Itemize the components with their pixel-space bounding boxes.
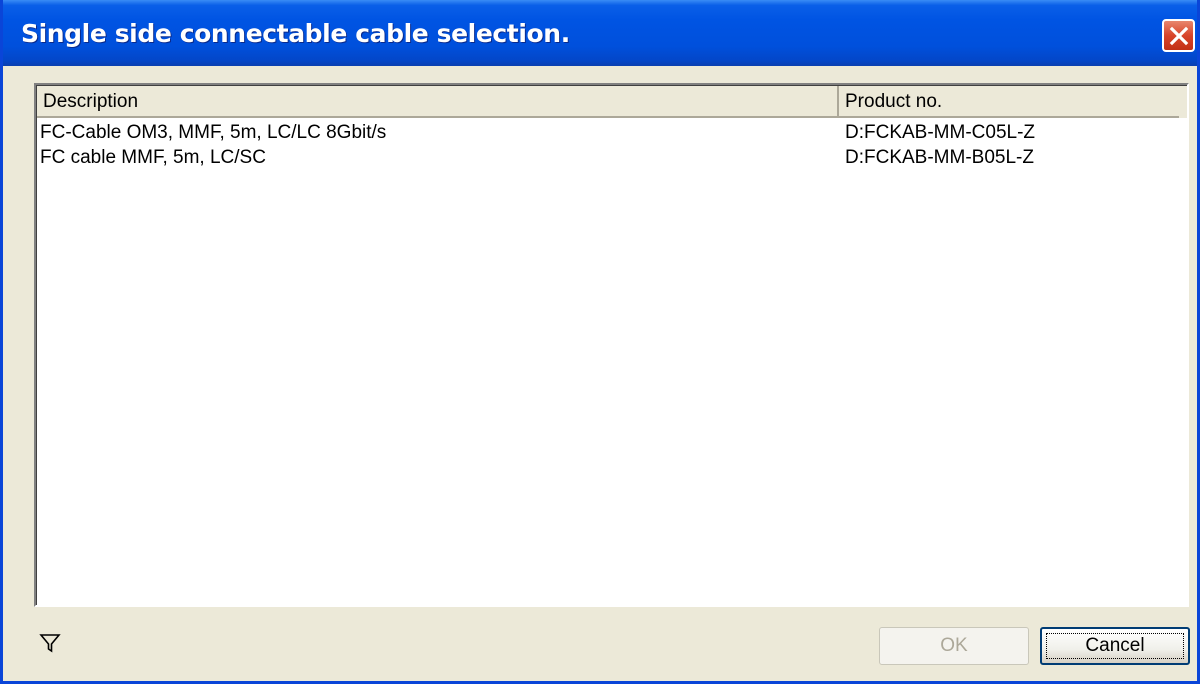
close-button[interactable] — [1162, 19, 1195, 52]
list-rows: FC-Cable OM3, MMF, 5m, LC/LC 8Gbit/s D:F… — [37, 120, 1187, 170]
cancel-button-label: Cancel — [1085, 635, 1145, 656]
cancel-button[interactable]: Cancel — [1040, 627, 1190, 665]
dialog-window: Single side connectable cable selection.… — [0, 0, 1200, 684]
close-icon — [1169, 26, 1188, 45]
column-header-product-no[interactable]: Product no. — [839, 86, 1179, 118]
cell-product-no: D:FCKAB-MM-C05L-Z — [845, 122, 1036, 143]
title-bar[interactable]: Single side connectable cable selection. — [3, 0, 1197, 66]
window-title: Single side connectable cable selection. — [21, 18, 570, 48]
list-item[interactable]: FC-Cable OM3, MMF, 5m, LC/LC 8Gbit/s D:F… — [37, 120, 1187, 145]
list-item[interactable]: FC cable MMF, 5m, LC/SC D:FCKAB-MM-B05L-… — [37, 145, 1187, 170]
column-header-description[interactable]: Description — [37, 86, 839, 118]
ok-button[interactable]: OK — [879, 627, 1029, 665]
list-header: Description Product no. — [37, 86, 1187, 118]
cell-description: FC-Cable OM3, MMF, 5m, LC/LC 8Gbit/s — [40, 122, 387, 143]
cell-product-no: D:FCKAB-MM-B05L-Z — [845, 147, 1034, 168]
cable-list[interactable]: Description Product no. FC-Cable OM3, MM… — [34, 83, 1189, 607]
filter-icon[interactable] — [39, 632, 61, 654]
ok-button-label: OK — [940, 635, 968, 656]
cell-description: FC cable MMF, 5m, LC/SC — [40, 147, 266, 168]
